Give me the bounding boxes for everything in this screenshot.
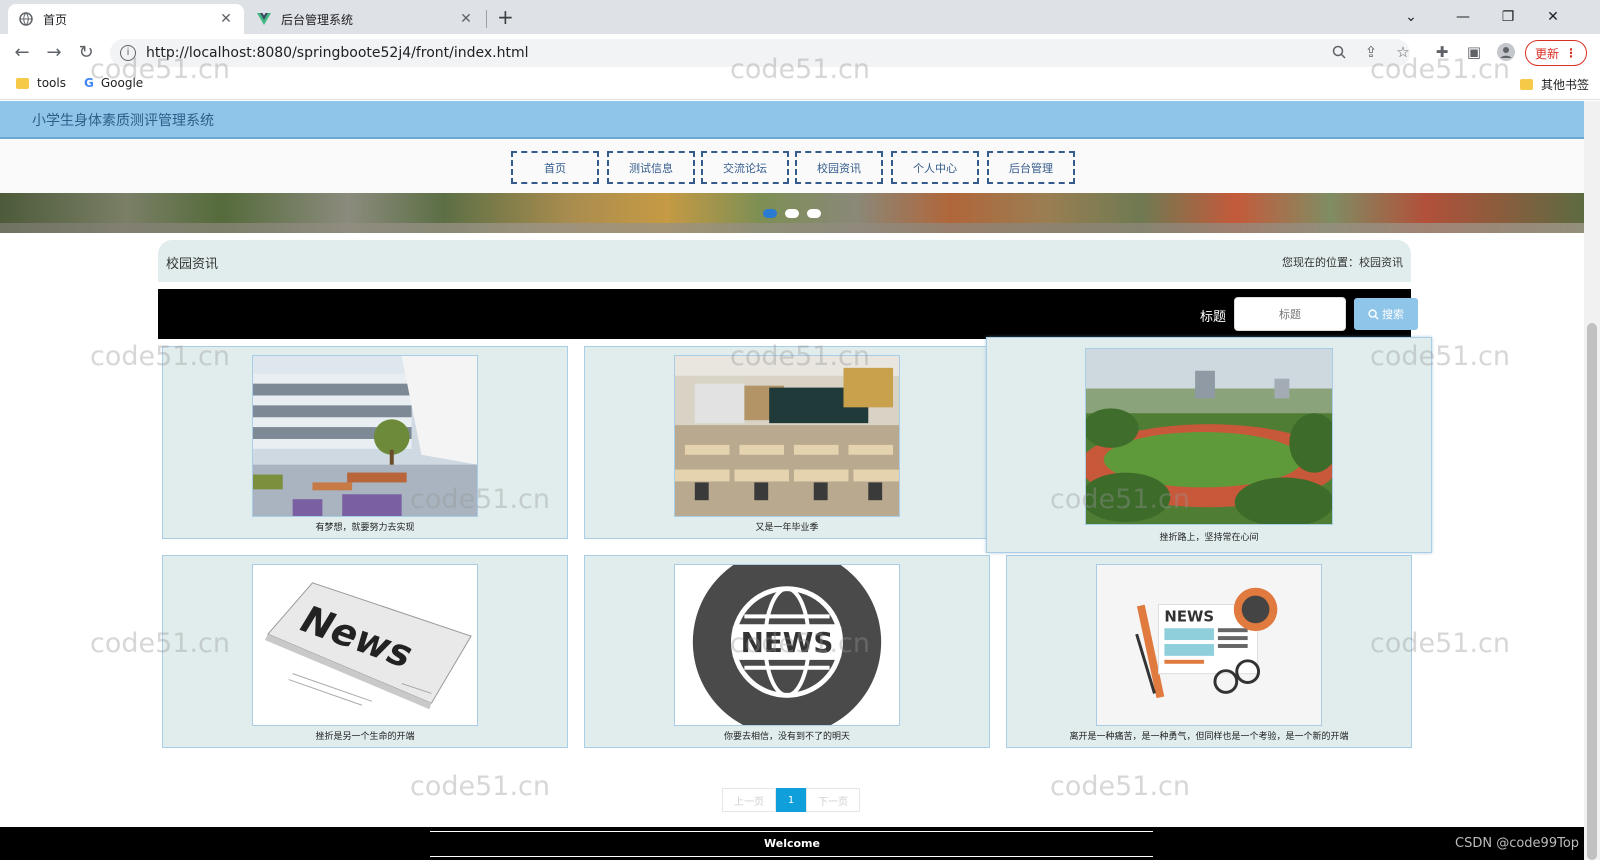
bookmarks-bar: tools G Google 其他书签 bbox=[0, 70, 1600, 100]
google-icon: G bbox=[84, 76, 94, 90]
menu-forum[interactable]: 交流论坛 bbox=[701, 151, 789, 184]
menu-campus-news[interactable]: 校园资讯 bbox=[795, 151, 883, 184]
csdn-credit: CSDN @code99Top bbox=[1455, 836, 1580, 851]
more-icon: ⋮ bbox=[1565, 46, 1577, 60]
tab-title: 后台管理系统 bbox=[281, 12, 354, 27]
update-button[interactable]: 更新 ⋮ bbox=[1525, 40, 1587, 66]
tab-divider bbox=[486, 10, 487, 28]
bookmark-google[interactable]: G Google bbox=[84, 76, 143, 90]
browser-tab-bar: 首页 ✕ 后台管理系统 ✕ + ⌄ — ❐ ✕ bbox=[0, 0, 1600, 34]
carousel-dot-3[interactable] bbox=[807, 209, 821, 218]
search-button-label: 搜索 bbox=[1382, 308, 1404, 321]
tab-search-icon[interactable]: ⌄ bbox=[1388, 0, 1434, 34]
next-page-button[interactable]: 下一页 bbox=[806, 788, 860, 812]
footer-divider bbox=[430, 856, 1153, 857]
browser-toolbar: ← → ↻ i http://localhost:8080/springboot… bbox=[0, 34, 1600, 70]
menu-personal-center[interactable]: 个人中心 bbox=[891, 151, 979, 184]
breadcrumb: 您现在的位置：校园资讯 bbox=[1282, 256, 1403, 269]
close-tab-icon[interactable]: ✕ bbox=[218, 11, 234, 27]
search-icon bbox=[1368, 308, 1379, 320]
minimize-icon[interactable]: — bbox=[1440, 0, 1486, 34]
bookmark-label: tools bbox=[37, 76, 66, 90]
search-bar: 标题 搜索 bbox=[158, 289, 1418, 339]
close-tab-icon[interactable]: ✕ bbox=[458, 11, 474, 27]
news-caption: 又是一年毕业季 bbox=[755, 523, 819, 533]
section-title: 校园资讯 bbox=[166, 257, 219, 272]
bookmark-label: 其他书签 bbox=[1541, 78, 1590, 92]
menu-admin[interactable]: 后台管理 bbox=[987, 151, 1075, 184]
page-scrollbar[interactable] bbox=[1584, 101, 1600, 860]
footer-divider bbox=[430, 831, 1153, 832]
svg-text:NEWS: NEWS bbox=[741, 626, 834, 659]
news-image-news-illustration: NEWS bbox=[1096, 564, 1322, 726]
tab-home[interactable]: 首页 ✕ bbox=[8, 4, 244, 34]
news-caption: 挫折是另一个生命的开端 bbox=[315, 732, 415, 742]
banner-carousel[interactable] bbox=[0, 193, 1584, 233]
pagination: 上一页 1 下一页 bbox=[722, 788, 860, 812]
news-image-newspaper: News bbox=[252, 564, 478, 726]
news-image-courtyard bbox=[252, 355, 478, 517]
bookmark-other[interactable]: 其他书签 bbox=[1520, 76, 1589, 93]
update-label: 更新 bbox=[1534, 46, 1559, 61]
search-label: 标题 bbox=[1200, 310, 1227, 325]
news-caption: 离开是一种痛苦，是一种勇气，但同样也是一个考验，是一个新的开端 bbox=[1069, 732, 1349, 742]
scrollbar-thumb[interactable] bbox=[1587, 323, 1597, 860]
site-info-icon[interactable]: i bbox=[120, 45, 136, 61]
address-bar[interactable]: i http://localhost:8080/springboote52j4/… bbox=[110, 39, 1410, 67]
vue-logo-icon bbox=[256, 11, 272, 27]
news-caption: 挫折路上，坚持常在心间 bbox=[1159, 533, 1259, 543]
site-header: 小学生身体素质测评管理系统 bbox=[0, 101, 1584, 139]
footer-text: Welcome bbox=[764, 837, 820, 850]
news-card[interactable]: NEWS 你要去相信，没有到不了的明天 bbox=[584, 555, 990, 748]
news-caption: 有梦想，就要努力去实现 bbox=[315, 523, 415, 533]
side-panel-icon[interactable]: ▣ bbox=[1464, 42, 1484, 62]
new-tab-icon[interactable]: + bbox=[497, 5, 514, 29]
banner-image bbox=[0, 223, 1584, 233]
footer: Welcome bbox=[0, 827, 1584, 860]
folder-icon bbox=[1520, 79, 1533, 90]
back-icon[interactable]: ← bbox=[10, 40, 34, 64]
carousel-dot-2[interactable] bbox=[785, 209, 799, 218]
search-input[interactable] bbox=[1234, 297, 1346, 331]
page-1-button[interactable]: 1 bbox=[776, 788, 806, 812]
search-button[interactable]: 搜索 bbox=[1354, 298, 1418, 330]
tab-admin[interactable]: 后台管理系统 ✕ bbox=[246, 4, 484, 34]
restore-icon[interactable]: ❐ bbox=[1485, 0, 1531, 34]
carousel-dot-1[interactable] bbox=[763, 209, 777, 218]
news-caption: 你要去相信，没有到不了的明天 bbox=[723, 732, 850, 742]
news-card[interactable]: 又是一年毕业季 bbox=[584, 346, 990, 539]
close-window-icon[interactable]: ✕ bbox=[1530, 0, 1576, 34]
forward-icon[interactable]: → bbox=[42, 40, 66, 64]
share-icon[interactable]: ⇪ bbox=[1361, 42, 1381, 62]
profile-icon[interactable] bbox=[1496, 42, 1516, 62]
menu-home[interactable]: 首页 bbox=[511, 151, 599, 184]
bookmark-star-icon[interactable]: ☆ bbox=[1393, 42, 1413, 62]
news-card[interactable]: 挫折路上，坚持常在心间 bbox=[986, 337, 1432, 553]
section-header: 校园资讯 您现在的位置：校园资讯 bbox=[158, 240, 1411, 282]
page-viewport: 小学生身体素质测评管理系统 首页 测试信息 交流论坛 校园资讯 个人中心 后台管… bbox=[0, 101, 1584, 860]
bookmark-label: Google bbox=[100, 76, 144, 90]
news-card[interactable]: 有梦想，就要努力去实现 bbox=[162, 346, 568, 539]
news-card[interactable]: NEWS 离开是一种痛苦，是一种勇气，但同样也是一个考验，是一个新的开端 bbox=[1006, 555, 1412, 748]
url-text: http://localhost:8080/springboote52j4/fr… bbox=[146, 45, 529, 61]
bookmark-tools[interactable]: tools bbox=[16, 76, 66, 90]
folder-icon bbox=[16, 77, 29, 89]
news-image-classroom bbox=[674, 355, 900, 517]
extensions-icon[interactable]: ✚ bbox=[1432, 42, 1452, 62]
prev-page-button[interactable]: 上一页 bbox=[722, 788, 776, 812]
svg-text:NEWS: NEWS bbox=[1164, 608, 1214, 625]
tab-title: 首页 bbox=[43, 12, 68, 27]
main-menu: 首页 测试信息 交流论坛 校园资讯 个人中心 后台管理 bbox=[0, 139, 1584, 193]
reload-icon[interactable]: ↻ bbox=[74, 40, 98, 64]
menu-test-info[interactable]: 测试信息 bbox=[607, 151, 695, 184]
news-card[interactable]: News 挫折是另一个生命的开端 bbox=[162, 555, 568, 748]
zoom-icon[interactable] bbox=[1329, 42, 1349, 62]
news-image-globe-news: NEWS bbox=[674, 564, 900, 726]
news-image-running-track bbox=[1085, 348, 1333, 525]
site-name: 小学生身体素质测评管理系统 bbox=[32, 113, 214, 129]
globe-icon bbox=[18, 11, 34, 27]
